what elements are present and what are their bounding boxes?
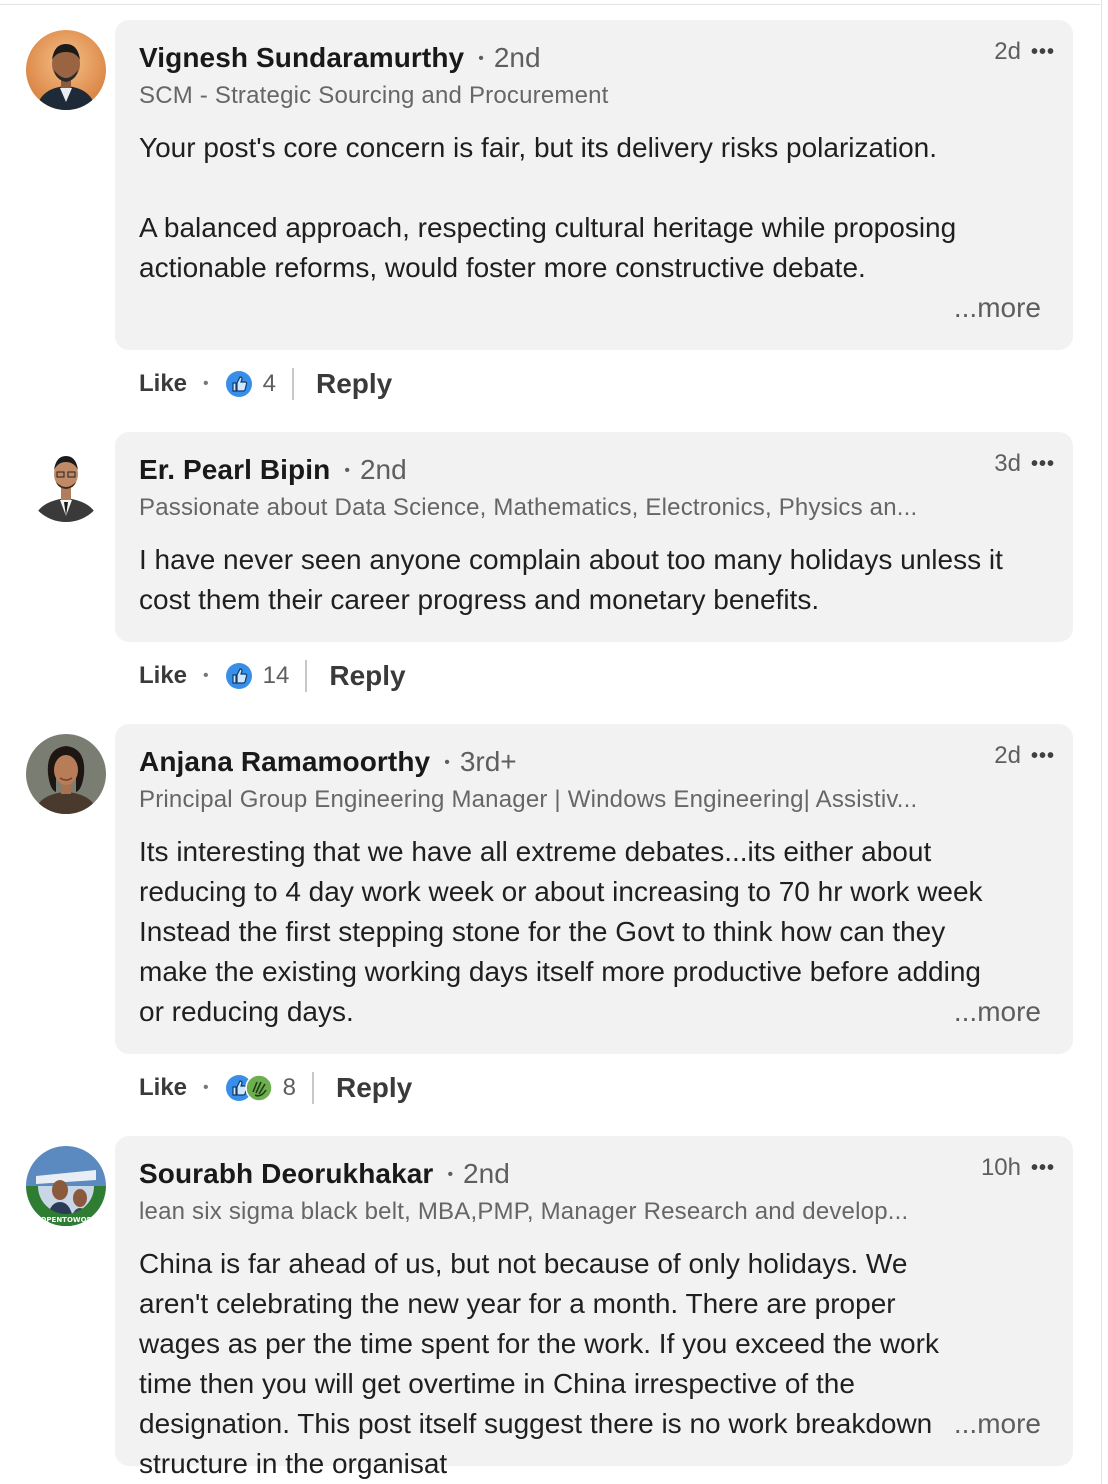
action-divider [305,660,308,692]
top-divider [0,4,1100,5]
author-name[interactable]: Sourabh Deorukhakar [139,1158,433,1189]
author-headline: Passionate about Data Science, Mathemati… [139,494,918,521]
more-dots-icon[interactable]: ••• [1031,1157,1055,1180]
reply-button[interactable]: Reply [336,1072,412,1104]
comment-meta: 10h ••• [981,1154,1055,1182]
action-divider [292,368,294,400]
comment-time: 2d [994,38,1021,65]
author-headline: lean six sigma black belt, MBA,PMP, Mana… [139,1198,909,1225]
clapping-hands-icon [244,1074,273,1102]
more-dots-icon[interactable]: ••• [1031,745,1055,768]
comment-bubble: Vignesh Sundaramurthy 2nd 2d ••• SCM - St… [115,20,1073,350]
like-button[interactable]: Like [139,662,187,690]
comment-bubble: Anjana Ramamoorthy 3rd+ 2d ••• Principal … [115,724,1073,1054]
reply-button[interactable]: Reply [329,660,405,692]
comment-bubble: Er. Pearl Bipin 2nd 3d ••• Passionate abo… [115,432,1073,642]
reply-button[interactable]: Reply [316,368,392,400]
separator-dot: • [203,375,209,392]
more-dots-icon[interactable]: ••• [1031,453,1055,476]
more-dots-icon[interactable]: ••• [1031,41,1055,64]
comment-meta: 2d ••• [994,38,1055,66]
reactions-count[interactable]: 8 [225,1074,296,1102]
avatar[interactable] [26,734,106,814]
separator-dot: • [203,667,209,684]
see-more-link[interactable]: ...more [954,996,1041,1028]
see-more-link[interactable]: ...more [954,1408,1041,1440]
reaction-count: 14 [262,662,290,689]
svg-text:#OPENTOWORK: #OPENTOWORK [35,1216,98,1224]
reaction-count: 8 [282,1074,296,1101]
comment-bubble: Sourabh Deorukhakar 2nd 10h ••• lean six … [115,1136,1073,1479]
comment-time: 10h [980,1154,1021,1181]
author-headline: Principal Group Engineering Manager | Wi… [139,786,918,813]
connection-degree: 3rd+ [444,746,517,777]
connection-degree: 2nd [478,42,541,73]
connection-degree: 2nd [447,1158,510,1189]
connection-degree: 2nd [344,454,407,485]
comment-actions: Like • 14 Reply [139,656,406,696]
comment-text: Its interesting that we have all extreme… [139,836,983,1027]
reactions-count[interactable]: 4 [225,370,276,398]
action-divider [312,1072,314,1104]
comment-text: China is far ahead of us, but not becaus… [139,1248,939,1479]
author-name[interactable]: Er. Pearl Bipin [139,454,330,485]
avatar[interactable] [26,442,106,522]
comment-actions: Like • 8 Reply [139,1068,412,1108]
comment-author: Sourabh Deorukhakar 2nd [139,1158,510,1190]
author-name[interactable]: Vignesh Sundaramurthy [139,42,464,73]
comment-text: I have never seen anyone complain about … [139,544,1003,615]
reactions-count[interactable]: 14 [225,662,290,690]
avatar[interactable] [26,30,106,110]
reaction-count: 4 [262,370,276,397]
like-button[interactable]: Like [139,370,187,398]
see-more-link[interactable]: ...more [954,292,1041,324]
thumbs-up-icon [225,663,252,689]
comment-text: Your post's core concern is fair, but it… [139,132,957,283]
comment-actions: Like • 4 Reply [139,364,392,404]
separator-dot: • [203,1079,209,1096]
comment-author: Er. Pearl Bipin 2nd [139,454,407,486]
author-headline: SCM - Strategic Sourcing and Procurement [139,82,609,109]
avatar[interactable]: #OPENTOWORK [26,1146,106,1226]
right-divider [1101,0,1102,1484]
comment-time: 2d [994,742,1021,769]
comment-meta: 3d ••• [994,450,1055,478]
comment-author: Anjana Ramamoorthy 3rd+ [139,746,517,778]
comment-time: 3d [994,450,1021,477]
thumbs-up-icon [225,371,252,397]
author-name[interactable]: Anjana Ramamoorthy [139,746,430,777]
comment-author: Vignesh Sundaramurthy 2nd [139,42,541,74]
like-button[interactable]: Like [139,1074,187,1102]
comment-meta: 2d ••• [994,742,1055,770]
